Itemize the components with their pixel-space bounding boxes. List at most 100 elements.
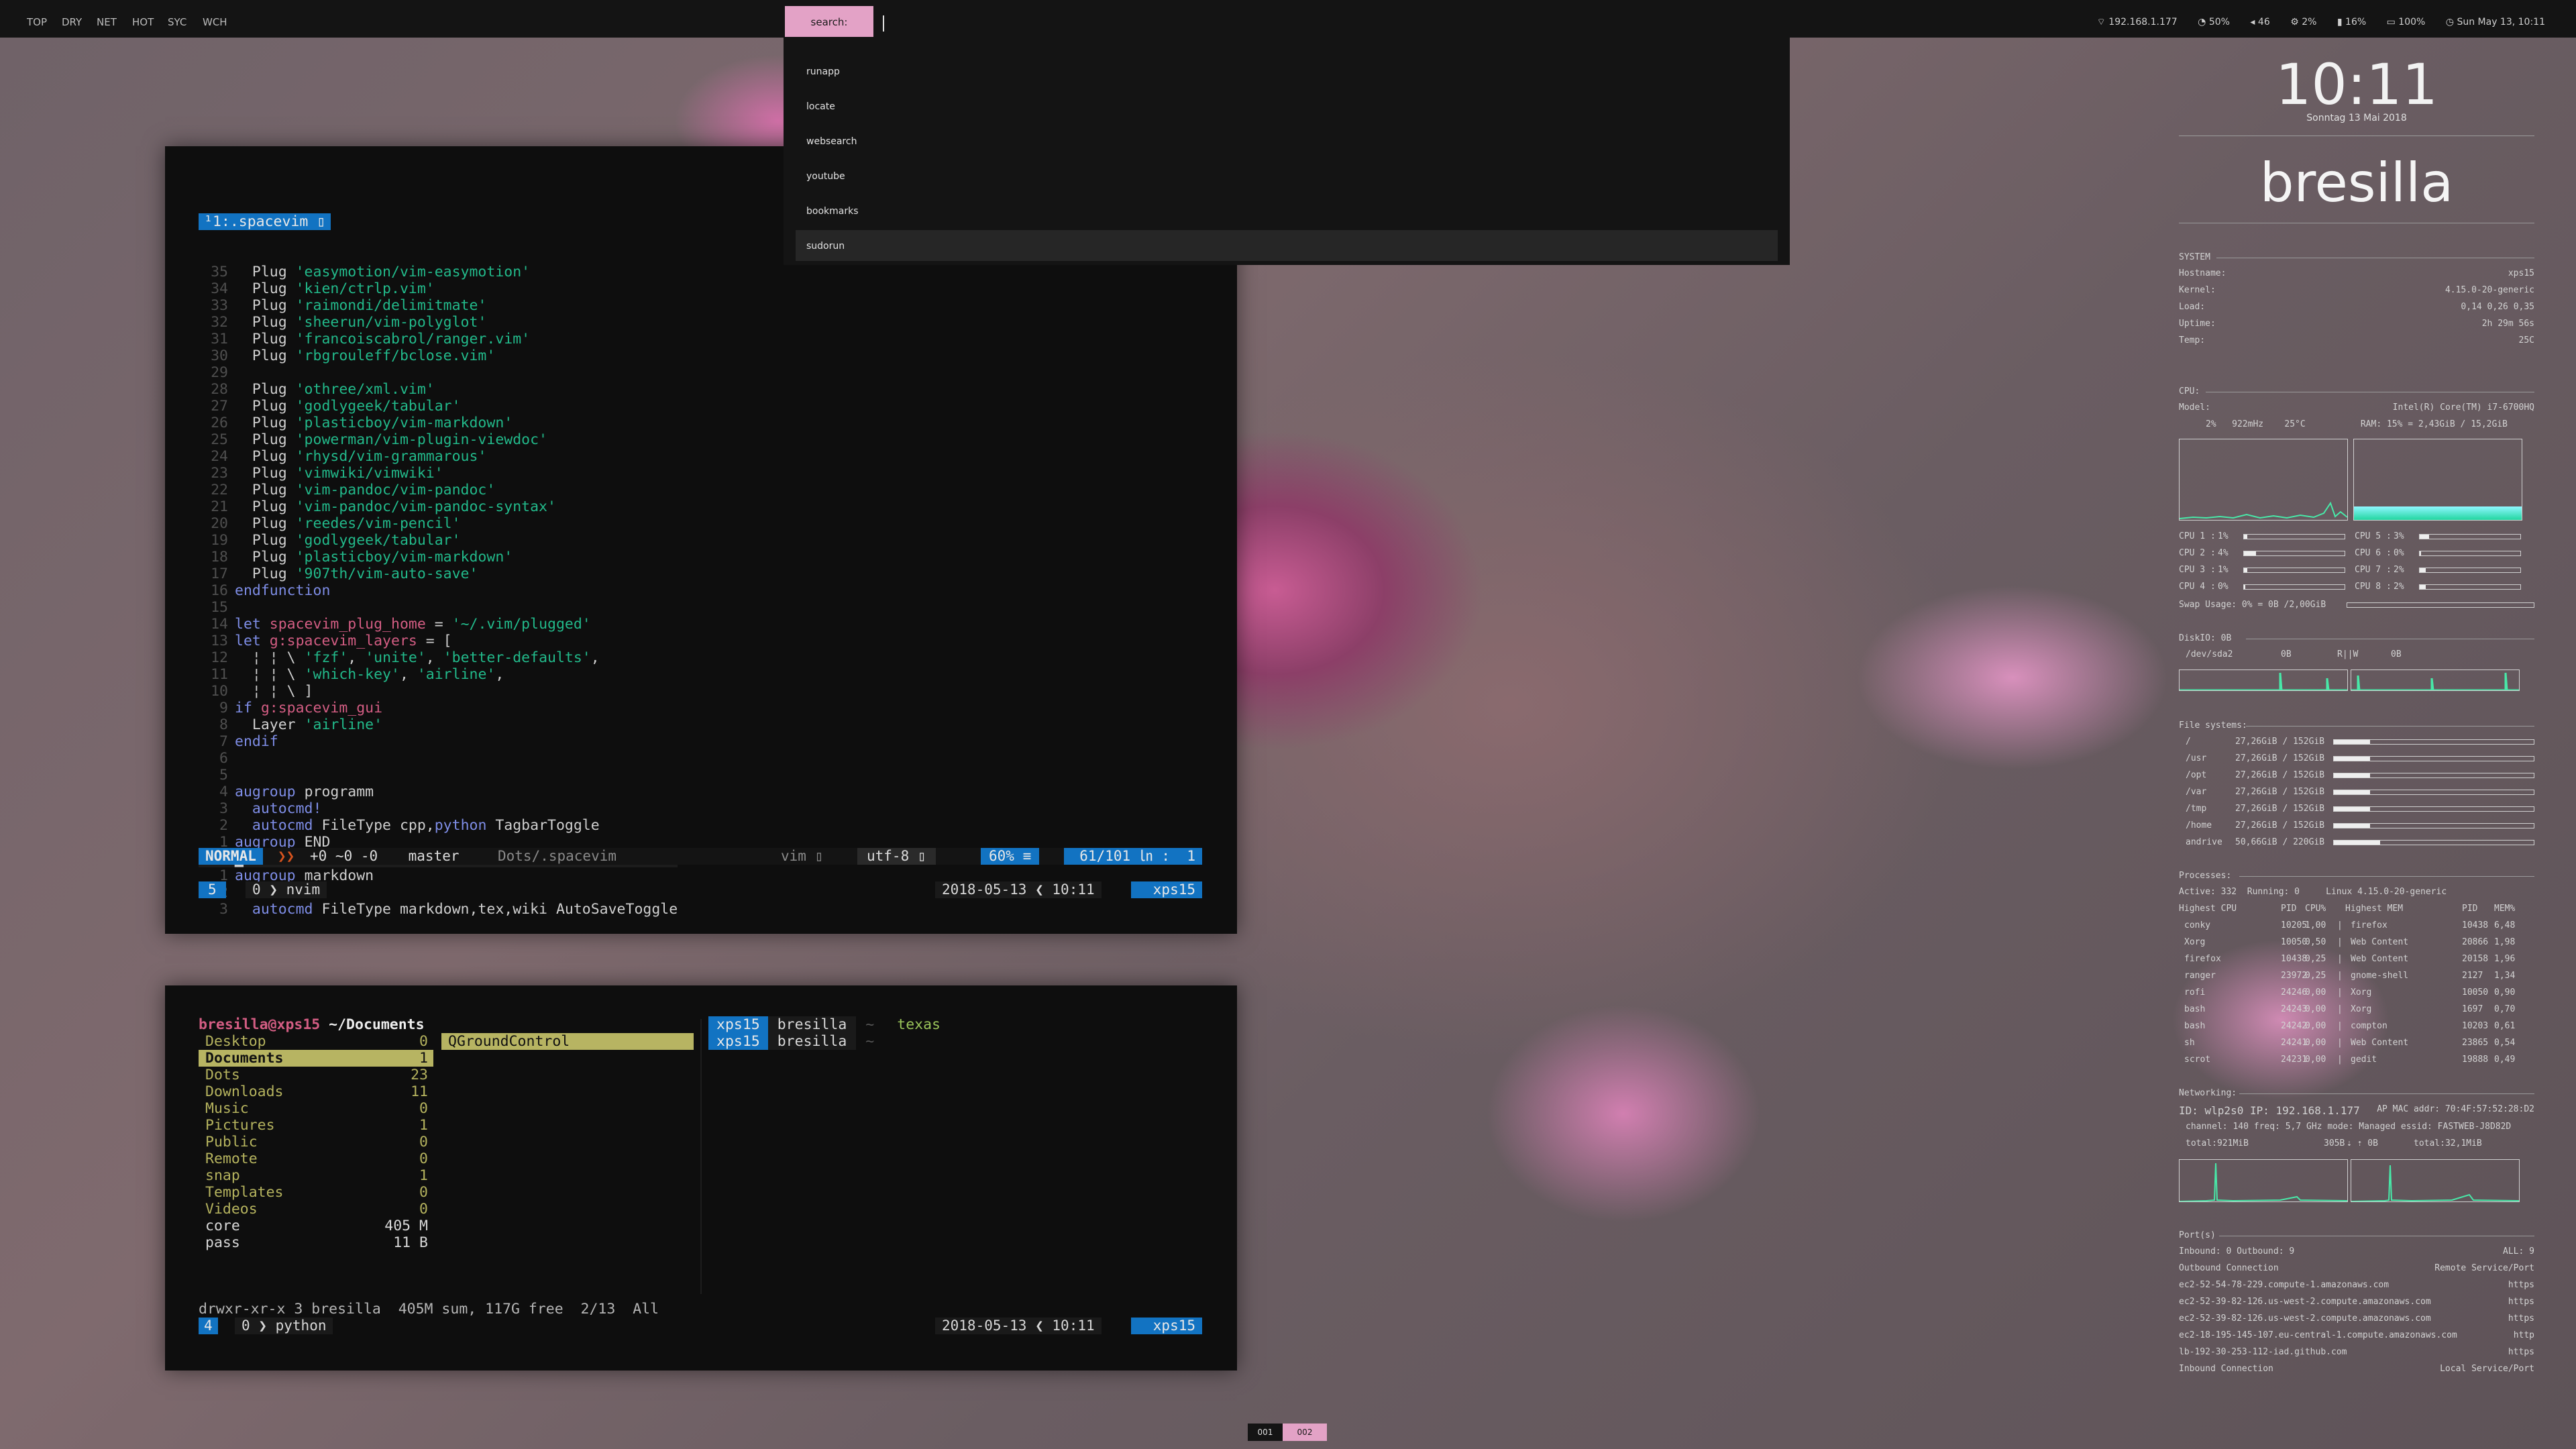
proc-row: scrot 24231 0,00 gedit 19888 0,49 | xyxy=(2179,1055,2534,1067)
cpu-core-bar xyxy=(2419,568,2521,573)
list-item[interactable]: Desktop 0 xyxy=(199,1033,433,1050)
code-token: ¦ ¦ \ xyxy=(235,666,305,683)
port-row: lb-192-30-253-112-iad.github.com https xyxy=(2179,1347,2534,1359)
list-item[interactable]: Downloads 11 xyxy=(199,1083,433,1100)
rofi-item-websearch[interactable]: websearch xyxy=(796,125,1778,156)
memory-status[interactable]: ▮ 16% xyxy=(2337,17,2366,28)
workspace-hot[interactable]: HOT xyxy=(132,0,154,38)
volume-status[interactable]: ◂ 46 xyxy=(2250,17,2269,28)
workspace-001[interactable]: 001 xyxy=(1248,1424,1283,1441)
list-item[interactable]: Templates 0 xyxy=(199,1184,433,1201)
line-number: 28 xyxy=(211,381,228,398)
fs-usage: 27,26GiB / 152GiB xyxy=(2235,753,2325,763)
chevron-right-icon: ❯ xyxy=(258,1318,267,1334)
system-key: Hostname: xyxy=(2179,268,2226,278)
prompt-host: xps15 xyxy=(708,1033,768,1050)
list-item[interactable]: Pictures 1 xyxy=(199,1117,433,1134)
workspace-net[interactable]: NET xyxy=(97,0,117,38)
proc-cell: 0,90 xyxy=(2494,987,2516,998)
proc-separator: | xyxy=(2337,954,2343,964)
proc-cell: 19888 xyxy=(2462,1055,2489,1065)
fs-bar xyxy=(2333,756,2534,761)
workspace-dry[interactable]: DRY xyxy=(62,0,82,38)
proc-cell: conky xyxy=(2184,920,2211,930)
fs-mount: /home xyxy=(2186,820,2212,830)
code-token: 'unite' xyxy=(365,649,426,666)
list-item[interactable]: Music 0 xyxy=(199,1100,433,1117)
battery-status[interactable]: ◔ 50% xyxy=(2198,17,2230,28)
cpu-core-percent: 2% xyxy=(2394,582,2404,592)
list-item[interactable]: Public 0 xyxy=(199,1134,433,1150)
shell-pane[interactable]: xps15 bresilla ~ texas xps15 bresilla ~ xyxy=(708,1016,941,1050)
fs-bar xyxy=(2333,823,2534,828)
proc-separator: | xyxy=(2337,987,2343,998)
proc-cell: 0,49 xyxy=(2494,1055,2516,1065)
tmux-window-index-2[interactable]: 4 xyxy=(199,1318,218,1334)
line-number: 35 xyxy=(211,264,228,280)
fs-mount: / xyxy=(2186,737,2191,747)
proc-title: Processes: xyxy=(2179,871,2232,881)
tmux-window-index[interactable]: 5 xyxy=(199,881,226,898)
list-item[interactable]: pass 11 B xyxy=(199,1234,433,1251)
code-token: , xyxy=(590,649,600,666)
rofi-item-youtube[interactable]: youtube xyxy=(796,160,1778,191)
code-token: endif xyxy=(235,733,278,750)
code-token: '907th/vim-auto-save' xyxy=(295,566,478,582)
system-key: Load: xyxy=(2179,302,2206,312)
code-token: 'reedes/vim-pencil' xyxy=(295,515,461,532)
wifi-status[interactable]: ⌔ 192.168.1.177 xyxy=(2097,17,2178,28)
workspace-wch[interactable]: WCH xyxy=(203,0,227,38)
proc-cell: Xorg xyxy=(2184,937,2206,947)
system-value: xps15 xyxy=(2508,268,2534,278)
vim-line: 11 ¦ ¦ \ 'which-key', 'airline', xyxy=(199,666,678,683)
code-token: let xyxy=(235,633,270,649)
list-item-count: 23 xyxy=(411,1067,428,1083)
cpu-core-percent: 1% xyxy=(2218,565,2229,575)
vim-branch: master xyxy=(400,848,460,864)
rofi-item-locate[interactable]: locate xyxy=(796,91,1778,121)
outbound-header-right: Remote Service/Port xyxy=(2434,1263,2534,1273)
vim-mode: NORMAL xyxy=(199,848,263,865)
workspace-syc[interactable]: SYC xyxy=(168,0,186,38)
vim-tab[interactable]: ¹1:.spacevim ▯ xyxy=(199,213,331,230)
search-input[interactable] xyxy=(883,13,1782,32)
list-item[interactable]: Dots 23 xyxy=(199,1067,433,1083)
terminal-ranger[interactable]: bresilla@xps15 ~/Documents Desktop 0 Docum… xyxy=(165,985,1237,1371)
code-token: Plug xyxy=(235,381,296,398)
proc-row: conky 10205 1,00 firefox 10438 6,48 | xyxy=(2179,920,2534,932)
proc-row: bash 24243 0,00 Xorg 1697 0,70 | xyxy=(2179,1004,2534,1016)
workspace-002[interactable]: 002 xyxy=(1283,1424,1327,1441)
system-value: 4.15.0-20-generic xyxy=(2445,285,2534,295)
disk-device: /dev/sda2 xyxy=(2186,649,2233,659)
cpu-core-label: CPU 5 : xyxy=(2355,531,2392,541)
list-item[interactable]: Remote 0 xyxy=(199,1150,433,1167)
code-token: 'plasticboy/vim-markdown' xyxy=(295,549,513,566)
clock-status[interactable]: ◷ Sun May 13, 10:11 xyxy=(2446,17,2545,28)
code-token: , xyxy=(399,666,417,683)
list-item[interactable]: Documents 1 xyxy=(199,1050,433,1067)
code-token: Plug xyxy=(235,297,296,314)
rofi-item-bookmarks[interactable]: bookmarks xyxy=(796,195,1778,226)
vim-buffer[interactable]: ¹1:.spacevim ▯ 35 Plug 'easymotion/vim-e… xyxy=(199,180,678,951)
cpu-core-bar xyxy=(2419,534,2521,539)
workspace-top[interactable]: TOP xyxy=(27,0,47,38)
rofi-item-sudorun[interactable]: sudorun xyxy=(796,230,1778,261)
vim-line: 32 Plug 'sheerun/vim-polyglot' xyxy=(199,314,678,331)
cpu-stats: 2% 922mHz 25°C xyxy=(2206,419,2306,429)
cpu-status[interactable]: ⚙ 2% xyxy=(2290,17,2316,28)
system-title: SYSTEM xyxy=(2179,252,2210,262)
list-item[interactable]: core 405 M xyxy=(199,1218,433,1234)
list-item[interactable]: snap 1 xyxy=(199,1167,433,1184)
ranger-dir-list[interactable]: Desktop 0 Documents 1 Dots 23 Downloads 11 Music… xyxy=(199,1033,433,1251)
cpu-model: Intel(R) Core(TM) i7-6700HQ xyxy=(2392,402,2534,413)
proc-separator: | xyxy=(2337,1038,2343,1048)
cpu-model-label: Model: xyxy=(2179,402,2210,413)
code-token: 'powerman/vim-plugin-viewdoc' xyxy=(295,431,547,448)
brightness-status[interactable]: ▭ 100% xyxy=(2387,17,2426,28)
ranger-preview-item[interactable]: QGroundControl xyxy=(441,1033,694,1050)
code-token: , xyxy=(495,666,504,683)
rofi-launcher[interactable]: search: runapp locate websearch youtube book… xyxy=(784,6,1790,265)
net-up-graph xyxy=(2351,1159,2520,1202)
list-item[interactable]: Videos 0 xyxy=(199,1201,433,1218)
rofi-item-runapp[interactable]: runapp xyxy=(796,56,1778,87)
